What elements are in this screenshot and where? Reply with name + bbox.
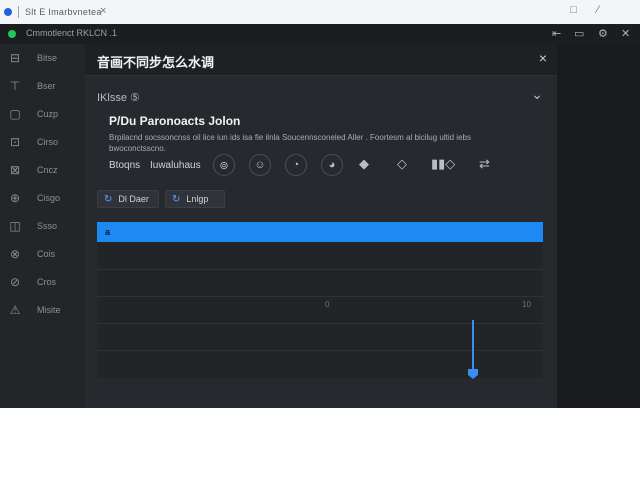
close-panel-icon[interactable]: × (539, 50, 547, 66)
browser-tab[interactable]: Slt E Imarbvnetea × (0, 0, 120, 24)
page-bottom-area (0, 408, 640, 480)
tab-close-icon[interactable]: × (100, 5, 106, 17)
clock-icon[interactable]: ◔ (285, 154, 307, 176)
sidebar-item-1[interactable]: ⊟ Bitse (0, 46, 85, 70)
refresh-icon: ↻ (104, 193, 113, 205)
sidebar-item-label: Cncz (37, 165, 58, 175)
offset-slider-track[interactable] (472, 320, 474, 370)
table-row[interactable] (97, 242, 543, 270)
chevron-down-icon[interactable]: ⌄ (531, 86, 543, 103)
offset-slider-handle[interactable] (467, 368, 479, 380)
table-row[interactable] (97, 323, 543, 351)
minimize-icon[interactable]: ⇤ (552, 27, 561, 40)
table-row[interactable] (97, 269, 543, 297)
audio-levels-icon[interactable]: ▮▮◇ (431, 156, 455, 172)
sidebar-item-8[interactable]: ⊗ Cois (0, 242, 85, 266)
status-dot-icon (8, 30, 16, 38)
panel-title: 音画不同步怎么水调 (97, 55, 215, 70)
sidebar: ⊟ Bitse ⊤ Bser ▢ Cuzp ⊡ Cirso ⊠ Cncz ⊕ C… (0, 44, 85, 408)
tab-divider (18, 6, 19, 18)
sidebar-item-6[interactable]: ⊕ Cisgo (0, 186, 85, 210)
terminal-icon: ⊡ (9, 135, 21, 149)
sidebar-item-9[interactable]: ⊘ Cros (0, 270, 85, 294)
sync-table: a (97, 222, 543, 378)
settings-panel: 音画不同步怎么水调 × IKlsse ⑤ ⌄ P/Du Paronoacts J… (85, 44, 557, 408)
refresh-icon: ↻ (172, 193, 181, 205)
table-header-label: a (105, 227, 111, 237)
sidebar-item-2[interactable]: ⊤ Bser (0, 74, 85, 98)
swap-icon[interactable]: ⇄ (479, 156, 490, 172)
new-window-icon[interactable]: □ (570, 4, 577, 16)
close-app-icon[interactable]: ✕ (621, 27, 630, 40)
chip-label: Dl Daer (118, 194, 149, 204)
app-title: Cmmotlenct RKLCN .1 (26, 28, 118, 38)
window-icon: ▢ (9, 107, 21, 121)
sidebar-item-label: Cisgo (37, 193, 61, 203)
link-icon: ⊘ (9, 275, 21, 289)
panel-header: 音画不同步怎么水调 × (85, 44, 557, 76)
sidebar-item-3[interactable]: ▢ Cuzp (0, 102, 85, 126)
tab-favicon-icon (4, 8, 12, 16)
right-column (557, 44, 640, 408)
app-titlebar: Cmmotlenct RKLCN .1 ⇤ ▭ ⚙ ✕ (0, 24, 640, 44)
sidebar-item-label: Cros (37, 277, 57, 287)
restore-icon[interactable]: ▭ (574, 27, 584, 40)
tab-label: Slt E Imarbvnetea (25, 7, 102, 17)
settings-icon[interactable]: ⚙ (598, 27, 608, 40)
option-label-1[interactable]: Btoqns (109, 160, 140, 171)
scale-tick-end: 10 (522, 300, 531, 309)
table-header[interactable]: a (97, 222, 543, 242)
plugin-icon: ⊕ (9, 191, 21, 205)
section-label: IKlsse ⑤ (97, 92, 140, 104)
sidebar-item-label: Bser (37, 81, 56, 91)
sidebar-item-label: Misite (37, 305, 61, 315)
sidebar-item-label: Ssso (37, 221, 58, 231)
chip-label: Lnlgp (186, 194, 209, 204)
sidebar-item-label: Bitse (37, 53, 58, 63)
face-icon[interactable]: ☺ (249, 154, 271, 176)
sidebar-item-label: Cirso (37, 137, 59, 147)
browser-tabstrip: Slt E Imarbvnetea × □ ⁄ (0, 0, 640, 25)
pin-icon: ⊤ (9, 79, 21, 93)
chip-button-1[interactable]: ↻ Dl Daer (97, 190, 159, 208)
sidebar-item-label: Cuzp (37, 109, 59, 119)
timer-icon[interactable]: ◕ (321, 154, 343, 176)
sidebar-item-4[interactable]: ⊡ Cirso (0, 130, 85, 154)
inbox-icon: ⊟ (9, 51, 21, 65)
diamond-icon[interactable]: ◆ (359, 156, 369, 172)
option-label-2[interactable]: Iuwaluhaus (150, 160, 201, 171)
card-description: Brpilacnd socssoncnss oil lice iun ids i… (109, 133, 471, 153)
scale-tick-start: 0 (325, 300, 330, 309)
target-icon[interactable]: ⊚ (213, 154, 235, 176)
shield-icon: ◫ (9, 219, 21, 233)
sidebar-item-5[interactable]: ⊠ Cncz (0, 158, 85, 182)
sidebar-item-7[interactable]: ◫ Ssso (0, 214, 85, 238)
warning-icon: ⚠ (9, 303, 21, 317)
chat-icon: ⊠ (9, 163, 21, 177)
sidebar-item-10[interactable]: ⚠ Misite (0, 298, 85, 322)
window-menu-icon[interactable]: ⁄ (597, 4, 599, 16)
globe-icon: ⊗ (9, 247, 21, 261)
app-window: Cmmotlenct RKLCN .1 ⇤ ▭ ⚙ ✕ ⊟ Bitse ⊤ Bs… (0, 24, 640, 408)
card-heading: P/Du Paronoacts Jolon (109, 114, 241, 128)
chip-button-2[interactable]: ↻ Lnlgp (165, 190, 225, 208)
outline-diamond-icon[interactable]: ◇ (397, 156, 407, 172)
sidebar-item-label: Cois (37, 249, 56, 259)
table-row[interactable] (97, 296, 543, 324)
